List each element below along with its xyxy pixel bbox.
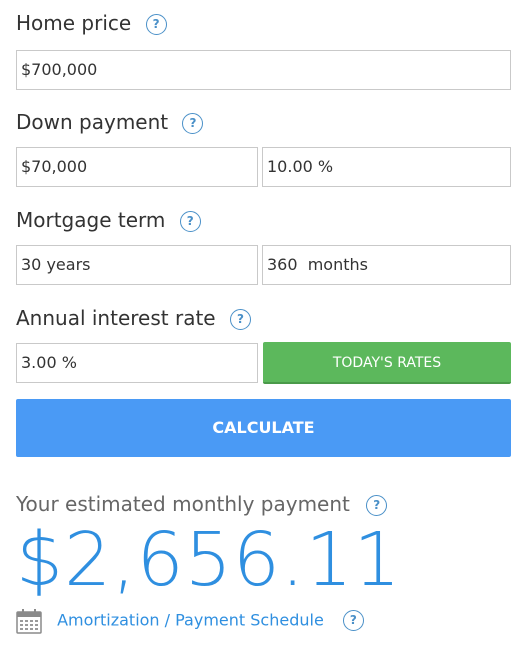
home-price-label: Home price xyxy=(16,11,132,35)
monthly-payment-amount: $2,656.11 xyxy=(16,517,402,603)
down-payment-amount-input[interactable]: $70,000 xyxy=(16,147,258,187)
todays-rates-button[interactable]: TODAY'S RATES xyxy=(263,342,511,384)
mortgage-term-months-input[interactable]: 360 months xyxy=(262,245,511,285)
mortgage-term-years-input[interactable]: 30 years xyxy=(16,245,258,285)
down-payment-label-row: Down payment ? xyxy=(16,109,204,135)
mortgage-term-label: Mortgage term xyxy=(16,208,166,232)
estimated-payment-label-row: Your estimated monthly payment ? xyxy=(16,491,388,517)
home-price-help-icon[interactable]: ? xyxy=(145,14,167,35)
mortgage-term-label-row: Mortgage term ? xyxy=(16,207,201,233)
home-price-label-row: Home price ? xyxy=(16,10,167,36)
down-payment-label: Down payment xyxy=(16,110,169,134)
down-payment-percent-input[interactable]: 10.00 % xyxy=(262,147,511,187)
mortgage-term-help-icon[interactable]: ? xyxy=(179,211,201,232)
interest-rate-label-row: Annual interest rate ? xyxy=(16,305,251,331)
amortization-schedule-link[interactable]: Amortization / Payment Schedule xyxy=(57,611,324,630)
calendar-icon[interactable] xyxy=(16,608,42,634)
down-payment-help-icon[interactable]: ? xyxy=(182,113,204,134)
interest-rate-help-icon[interactable]: ? xyxy=(229,309,251,330)
estimated-payment-label: Your estimated monthly payment xyxy=(16,492,350,516)
estimated-payment-help-icon[interactable]: ? xyxy=(366,495,388,516)
amortization-row: Amortization / Payment Schedule ? xyxy=(16,605,364,635)
interest-rate-label: Annual interest rate xyxy=(16,306,216,330)
amortization-help-icon[interactable]: ? xyxy=(342,610,364,631)
home-price-input[interactable]: $700,000 xyxy=(16,50,511,90)
interest-rate-input[interactable]: 3.00 % xyxy=(16,343,258,383)
calculate-button[interactable]: CALCULATE xyxy=(16,399,511,457)
